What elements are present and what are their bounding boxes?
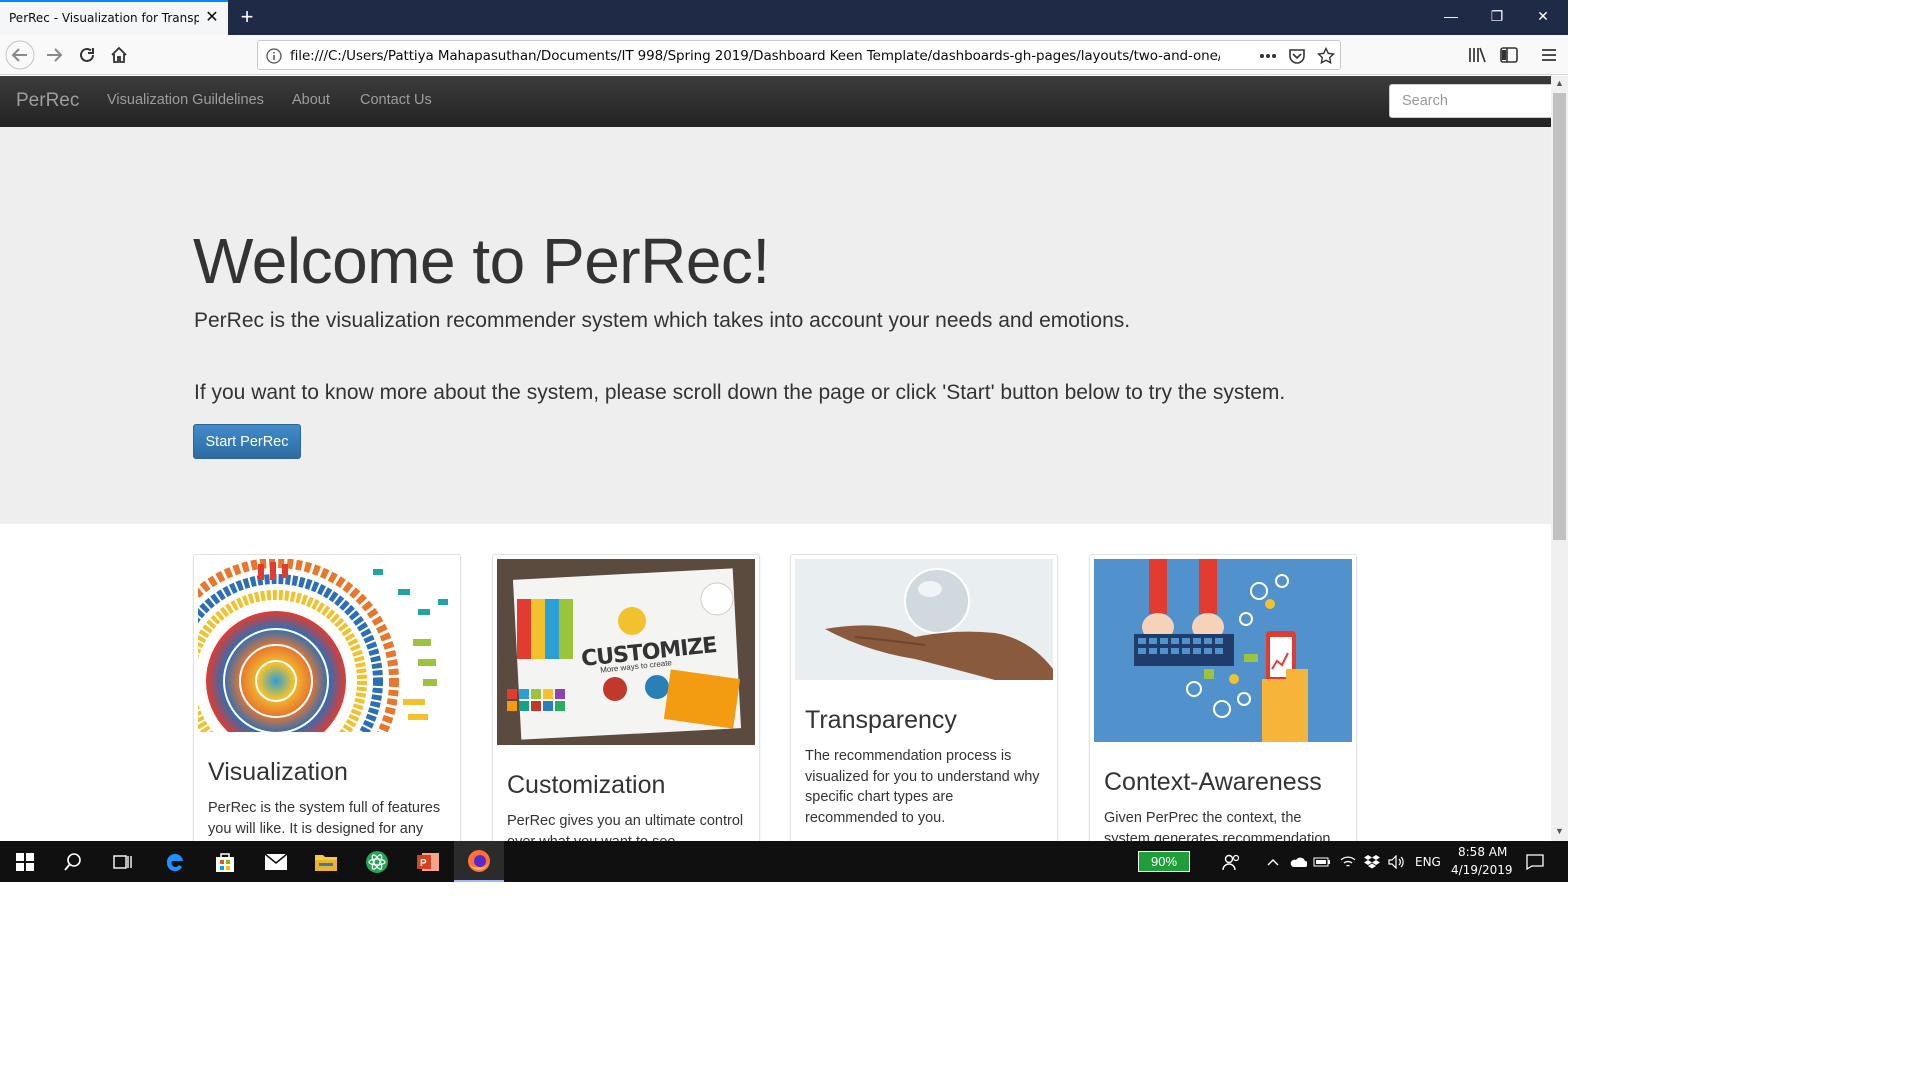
sidebar-icon[interactable] — [1494, 40, 1524, 70]
scroll-down-icon[interactable]: ▼ — [1555, 826, 1564, 836]
card-text: The recommendation process is visualized… — [805, 748, 1040, 826]
volume-icon[interactable] — [1384, 841, 1408, 882]
store-icon[interactable] — [200, 841, 250, 882]
scroll-up-icon[interactable]: ▲ — [1555, 78, 1564, 88]
hero-jumbotron: Welcome to PerRec! PerRec is the visuali… — [0, 127, 1551, 524]
windows-start-icon[interactable] — [0, 841, 50, 882]
people-icon[interactable] — [1212, 841, 1252, 882]
firefox-icon[interactable] — [454, 841, 504, 882]
card-text: PerRec gives you an ultimate control ove… — [507, 813, 744, 841]
page-scrollbar[interactable]: ▲ ▼ — [1551, 76, 1568, 841]
page-viewport: PerRec Visualization Guildelines About C… — [0, 76, 1551, 841]
search-icon[interactable] — [48, 841, 98, 882]
clock-date[interactable]: 4/19/2019 — [1451, 863, 1513, 877]
card-title: Context-Awareness — [1104, 768, 1322, 796]
browser-toolbar: file:///C:/Users/Pattiya Mahapasuthan/Do… — [0, 35, 1568, 75]
new-tab-icon[interactable]: + — [234, 4, 260, 30]
onedrive-icon[interactable] — [1286, 841, 1310, 882]
tab-title: PerRec - Visualization for Transparency — [9, 11, 199, 25]
nav-link-contact-us[interactable]: Contact Us — [360, 92, 432, 108]
card-title: Customization — [507, 771, 666, 799]
feature-card-context-awareness: Context-Awareness Given PerPrec the cont… — [1089, 554, 1357, 841]
hero-title: Welcome to PerRec! — [193, 225, 770, 297]
language-indicator[interactable]: ENG — [1415, 855, 1441, 869]
feature-card-customization: CUSTOMIZE More ways to create Customizat… — [492, 554, 760, 841]
back-icon[interactable] — [5, 40, 35, 70]
menu-icon[interactable] — [1534, 40, 1564, 70]
task-view-icon[interactable] — [98, 841, 148, 882]
app-atom-icon[interactable] — [352, 841, 402, 882]
powerpoint-icon[interactable]: P — [403, 841, 453, 882]
site-info-icon[interactable] — [266, 48, 282, 69]
bookmark-star-icon[interactable] — [1316, 46, 1336, 66]
browser-tab-strip: PerRec - Visualization for Transparency … — [0, 0, 1568, 35]
start-perrec-button[interactable]: Start PerRec — [193, 424, 301, 459]
scroll-thumb[interactable] — [1553, 93, 1566, 540]
context-awareness-image — [1094, 559, 1352, 742]
url-text: file:///C:/Users/Pattiya Mahapasuthan/Do… — [290, 48, 1220, 64]
tab-close-icon[interactable]: ✕ — [203, 9, 221, 27]
restore-icon[interactable]: ❐ — [1474, 0, 1520, 35]
feature-card-transparency: Transparency The recommendation process … — [790, 554, 1058, 841]
dropbox-icon[interactable] — [1360, 841, 1384, 882]
nav-link-visualization-guidelines[interactable]: Visualization Guildelines — [107, 92, 264, 108]
windows-taskbar: P 90% ENG 8:58 AM 4/19/2019 — [0, 841, 1568, 882]
forward-icon[interactable] — [39, 40, 69, 70]
edge-icon[interactable] — [150, 841, 200, 882]
feature-card-visualization: Visualization PerRec is the system full … — [193, 554, 461, 841]
wifi-icon[interactable] — [1336, 841, 1360, 882]
mail-icon[interactable] — [251, 841, 301, 882]
battery-icon[interactable] — [1310, 841, 1334, 882]
minimize-icon[interactable]: — — [1428, 0, 1474, 35]
customization-image: CUSTOMIZE More ways to create — [497, 559, 755, 745]
page-actions-icon[interactable] — [1258, 46, 1278, 66]
visualization-image — [198, 559, 456, 732]
card-title: Visualization — [208, 758, 348, 786]
tray-chevron-up-icon[interactable] — [1262, 841, 1284, 882]
hero-instruction: If you want to know more about the syste… — [194, 381, 1286, 404]
library-icon[interactable] — [1462, 40, 1492, 70]
pocket-icon[interactable] — [1287, 46, 1307, 66]
svg-text:P: P — [420, 858, 427, 869]
search-input[interactable] — [1389, 84, 1551, 118]
nav-link-about[interactable]: About — [292, 92, 330, 108]
clock-time[interactable]: 8:58 AM — [1458, 845, 1507, 859]
battery-indicator[interactable]: 90% — [1138, 851, 1190, 872]
home-icon[interactable] — [104, 40, 134, 70]
brand-link[interactable]: PerRec — [16, 90, 79, 112]
card-title: Transparency — [805, 706, 957, 734]
window-close-icon[interactable]: ✕ — [1520, 0, 1566, 35]
transparency-image — [795, 559, 1053, 680]
url-bar[interactable]: file:///C:/Users/Pattiya Mahapasuthan/Do… — [257, 40, 1341, 70]
card-text: PerRec is the system full of features yo… — [208, 800, 441, 837]
action-center-icon[interactable] — [1518, 841, 1552, 882]
card-text: Given PerPrec the context, the system ge… — [1104, 810, 1331, 841]
file-explorer-icon[interactable] — [301, 841, 351, 882]
hero-subtitle: PerRec is the visualization recommender … — [194, 309, 1131, 332]
site-navbar: PerRec Visualization Guildelines About C… — [0, 76, 1551, 127]
browser-tab[interactable]: PerRec - Visualization for Transparency … — [0, 0, 228, 35]
reload-icon[interactable] — [72, 40, 102, 70]
